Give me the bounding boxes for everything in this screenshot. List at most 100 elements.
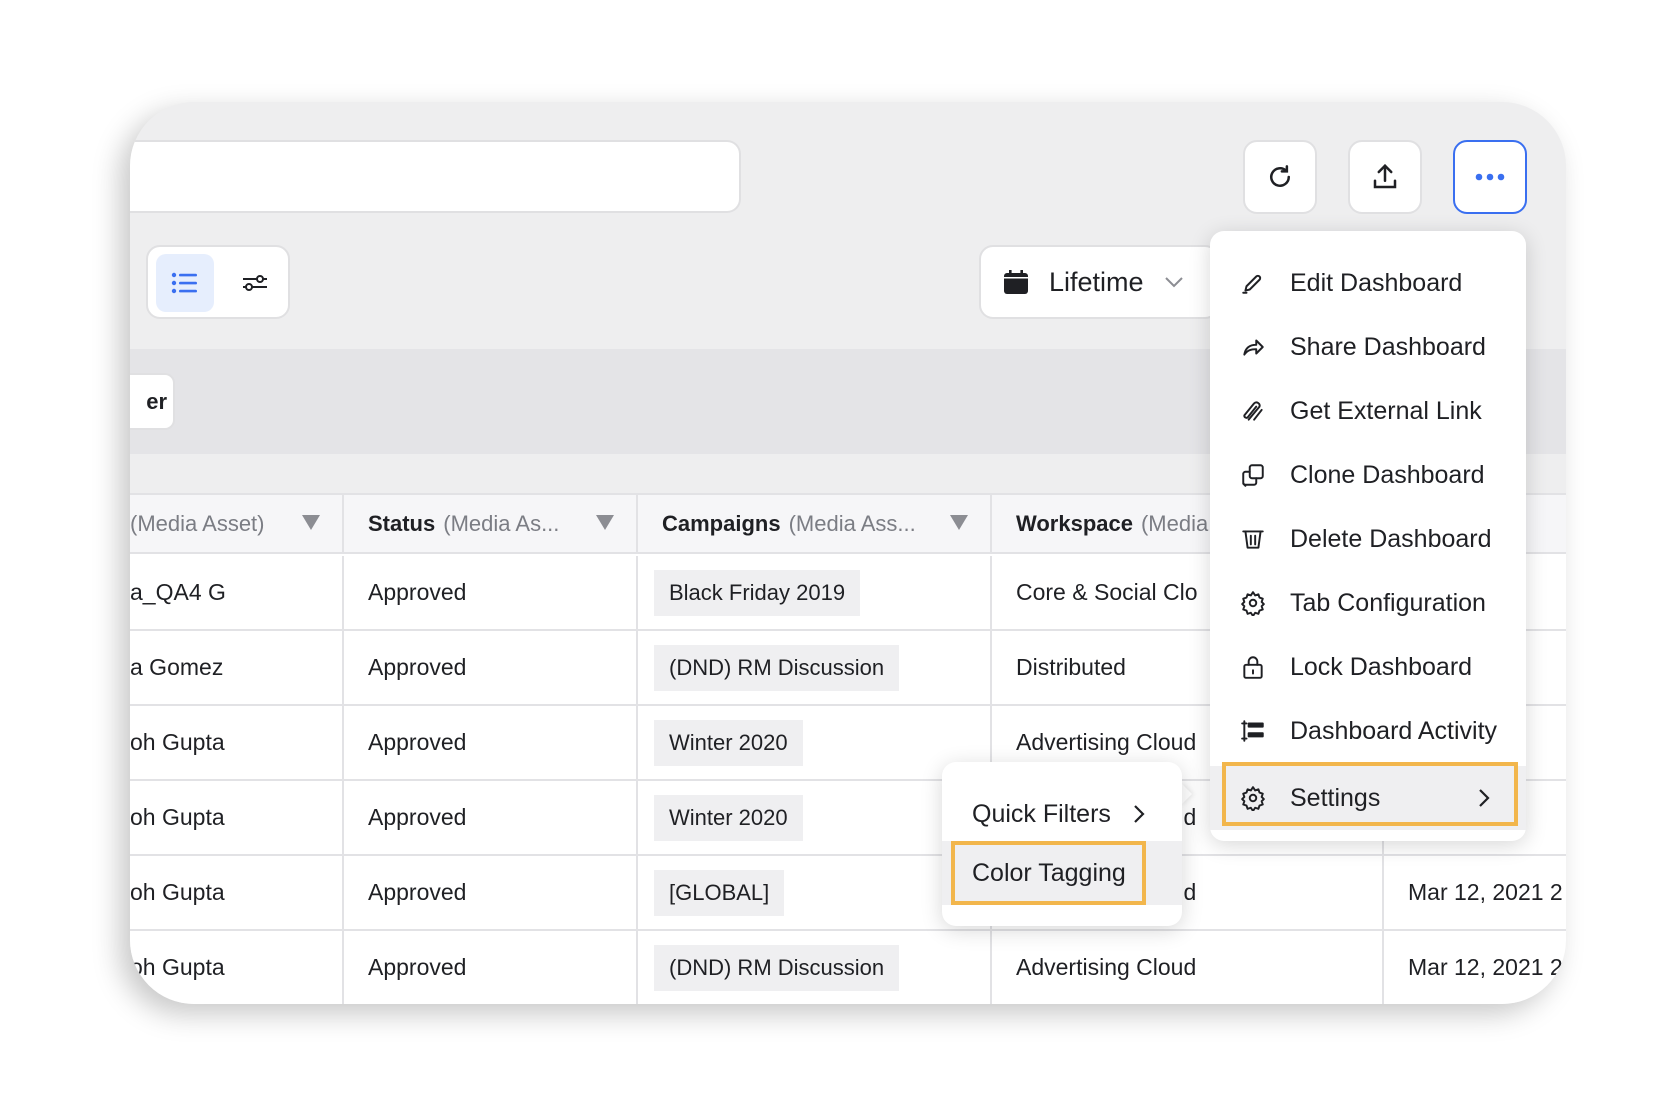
workspace-text: Core & Social Clo	[1016, 579, 1198, 605]
more-options-button[interactable]	[1453, 140, 1527, 214]
filter-view-button[interactable]	[226, 254, 284, 312]
table-cell-asset[interactable]: a Gomez	[130, 631, 344, 706]
export-button[interactable]	[1348, 140, 1422, 214]
menu-item-dashboard-activity[interactable]: Dashboard Activity	[1210, 699, 1526, 763]
menu-item-label: Dashboard Activity	[1290, 716, 1498, 745]
filter-chip[interactable]: er	[130, 373, 175, 430]
status-text: Approved	[368, 954, 467, 980]
menu-item-settings[interactable]: Settings	[1210, 766, 1526, 830]
table-cell-date[interactable]: Mar 12, 2021 2	[1384, 931, 1566, 1004]
status-text: Approved	[368, 729, 467, 755]
search-input[interactable]	[130, 140, 741, 213]
refresh-icon	[1270, 165, 1290, 187]
paperclip-icon	[1238, 396, 1268, 426]
table-cell-status[interactable]: Approved	[344, 781, 638, 856]
workspace-text: Advertising Cloud	[1016, 954, 1197, 980]
table-cell-status[interactable]: Approved	[344, 856, 638, 931]
date-range-dropdown[interactable]: Lifetime	[979, 245, 1219, 319]
column-header-status[interactable]: Status (Media As...	[344, 495, 638, 554]
pencil-icon	[1238, 268, 1268, 298]
table-cell-asset[interactable]: a_QA4 G	[130, 556, 344, 631]
chevron-down-icon	[1164, 277, 1183, 288]
gear-icon	[1238, 783, 1268, 813]
date-text: Mar 12, 2021 2	[1408, 879, 1563, 905]
menu-item-label: Get External Link	[1290, 396, 1482, 425]
menu-item-label: Settings	[1290, 783, 1381, 812]
table-cell-campaign[interactable]: Winter 2020	[638, 706, 992, 781]
workspace-text: Advertising Cloud	[1016, 729, 1197, 755]
table-cell-asset[interactable]: oh Gupta	[130, 781, 344, 856]
ellipsis-icon	[1475, 173, 1505, 181]
campaign-tag: (DND) RM Discussion	[654, 944, 900, 991]
view-toggle	[146, 245, 290, 319]
calendar-icon	[1004, 270, 1028, 294]
more-options-menu: Edit Dashboard Share Dashboard Get Externa…	[1210, 231, 1526, 841]
campaign-tag: Black Friday 2019	[654, 569, 861, 616]
table-cell-asset[interactable]: oh Gupta	[130, 931, 344, 1004]
menu-item-label: Share Dashboard	[1290, 332, 1486, 361]
workspace-text: Distributed	[1016, 654, 1126, 680]
table-cell-status[interactable]: Approved	[344, 631, 638, 706]
status-text: Approved	[368, 804, 467, 830]
status-text: Approved	[368, 879, 467, 905]
table-cell-status[interactable]: Approved	[344, 556, 638, 631]
menu-item-label: Edit Dashboard	[1290, 268, 1463, 297]
campaign-tag: Winter 2020	[654, 794, 803, 841]
date-text: Mar 12, 2021 2	[1408, 954, 1563, 980]
table-cell-status[interactable]: Approved	[344, 706, 638, 781]
sort-icon[interactable]	[302, 515, 320, 530]
campaign-tag: Winter 2020	[654, 719, 803, 766]
table-cell-campaign[interactable]: Winter 2020	[638, 781, 992, 856]
campaign-tag: [GLOBAL]	[654, 869, 785, 916]
list-view-button[interactable]	[156, 254, 214, 312]
menu-item-share-dashboard[interactable]: Share Dashboard	[1210, 315, 1526, 379]
clone-icon	[1238, 460, 1268, 490]
table-cell-status[interactable]: Approved	[344, 931, 638, 1004]
asset-text: oh Gupta	[130, 879, 225, 905]
asset-text: oh Gupta	[130, 804, 225, 830]
list-icon	[171, 272, 197, 294]
menu-item-edit-dashboard[interactable]: Edit Dashboard	[1210, 251, 1526, 315]
table-cell-campaign[interactable]: Black Friday 2019	[638, 556, 992, 631]
sort-icon[interactable]	[596, 515, 614, 530]
submenu-item-quick-filters[interactable]: Quick Filters	[942, 782, 1182, 846]
menu-item-label: Clone Dashboard	[1290, 460, 1485, 489]
menu-item-label: Lock Dashboard	[1290, 652, 1473, 681]
menu-item-label: Delete Dashboard	[1290, 524, 1492, 553]
table-cell-campaign[interactable]: (DND) RM Discussion	[638, 931, 992, 1004]
status-text: Approved	[368, 579, 467, 605]
upload-icon	[1373, 163, 1397, 189]
lock-icon	[1238, 652, 1268, 682]
chevron-right-icon	[1478, 786, 1490, 815]
share-arrow-icon	[1238, 332, 1268, 362]
refresh-button[interactable]	[1243, 140, 1317, 214]
asset-text: a Gomez	[130, 654, 224, 680]
chevron-right-icon	[1134, 805, 1145, 823]
activity-list-icon	[1238, 716, 1268, 746]
sliders-icon	[243, 275, 267, 291]
asset-text: oh Gupta	[130, 954, 225, 980]
date-range-label: Lifetime	[1049, 266, 1144, 297]
settings-submenu: Quick Filters Color Tagging	[942, 762, 1182, 926]
table-cell-date[interactable]: Mar 12, 2021 2	[1384, 856, 1566, 931]
menu-item-label: Tab Configuration	[1290, 588, 1486, 617]
column-header[interactable]: (Media Asset)	[130, 495, 344, 554]
menu-item-clone-dashboard[interactable]: Clone Dashboard	[1210, 443, 1526, 507]
table-cell-campaign[interactable]: (DND) RM Discussion	[638, 631, 992, 706]
table-cell-asset[interactable]: oh Gupta	[130, 706, 344, 781]
menu-item-get-external-link[interactable]: Get External Link	[1210, 379, 1526, 443]
menu-item-delete-dashboard[interactable]: Delete Dashboard	[1210, 507, 1526, 571]
menu-item-tab-configuration[interactable]: Tab Configuration	[1210, 571, 1526, 635]
trash-icon	[1238, 524, 1268, 554]
asset-text: a_QA4 G	[130, 579, 226, 605]
gear-icon	[1238, 588, 1268, 618]
menu-item-lock-dashboard[interactable]: Lock Dashboard	[1210, 635, 1526, 699]
campaign-tag: (DND) RM Discussion	[654, 644, 900, 691]
column-header-campaigns[interactable]: Campaigns (Media Ass...	[638, 495, 992, 554]
table-cell-campaign[interactable]: [GLOBAL]	[638, 856, 992, 931]
asset-text: oh Gupta	[130, 729, 225, 755]
table-cell-workspace[interactable]: Advertising Cloud	[992, 931, 1384, 1004]
color-tagging-highlight-box	[951, 841, 1146, 905]
table-cell-asset[interactable]: oh Gupta	[130, 856, 344, 931]
sort-icon[interactable]	[950, 515, 968, 530]
